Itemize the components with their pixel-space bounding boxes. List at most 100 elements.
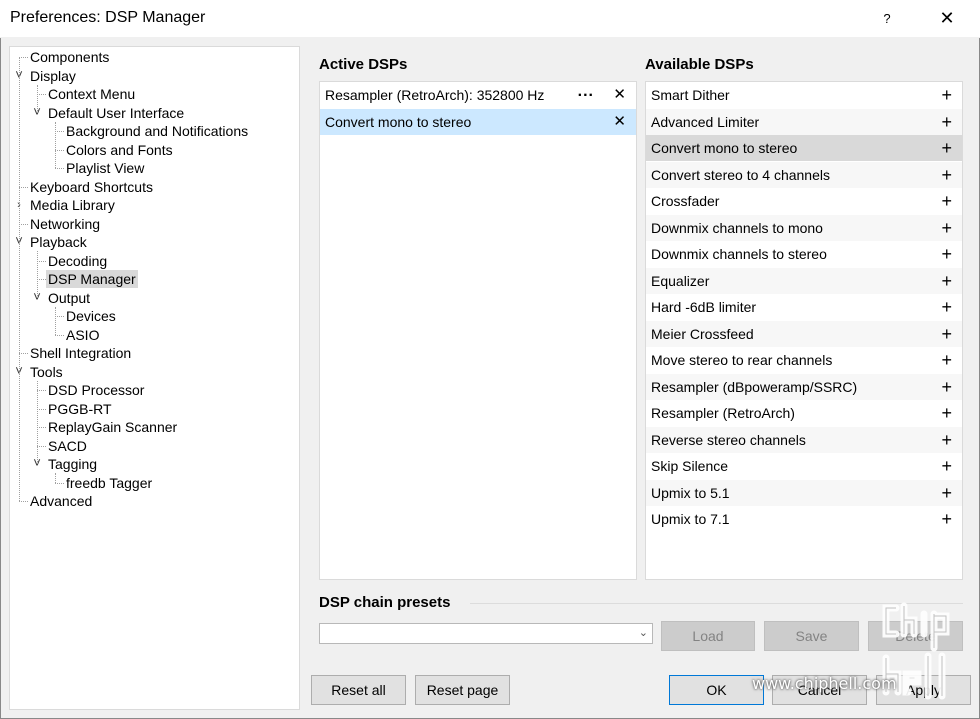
add-dsp-button[interactable]: + [941, 506, 952, 532]
tree-item[interactable]: ReplayGain Scanner [46, 418, 179, 436]
load-button[interactable]: Load [661, 621, 755, 651]
add-dsp-button[interactable]: + [941, 294, 952, 320]
add-dsp-button[interactable]: + [941, 162, 952, 188]
tree-connector [37, 380, 38, 464]
presets-header: DSP chain presets [319, 594, 451, 611]
reset-page-button[interactable]: Reset page [415, 675, 510, 705]
available-dsp-row[interactable]: Resampler (dBpoweramp/SSRC) + [646, 373, 962, 400]
add-dsp-button[interactable]: + [941, 241, 952, 267]
available-dsp-label: Convert mono to stereo [651, 140, 798, 156]
tree-item[interactable]: ASIO [64, 326, 101, 344]
active-dsps-list[interactable]: Resampler (RetroArch): 352800 Hz... ✕ Conv… [319, 81, 637, 580]
available-dsp-row[interactable]: Meier Crossfeed + [646, 320, 962, 347]
tree-item[interactable]: Keyboard Shortcuts [28, 178, 155, 196]
tree-item[interactable]: freedb Tagger [64, 474, 154, 492]
add-dsp-button[interactable]: + [941, 321, 952, 347]
available-dsp-row[interactable]: Equalizer + [646, 267, 962, 294]
tree-item[interactable]: Context Menu [46, 85, 137, 103]
tree-connector [55, 149, 64, 151]
tree-connector [37, 427, 46, 428]
add-dsp-button[interactable]: + [941, 427, 952, 453]
available-dsp-row[interactable]: Move stereo to rear channels + [646, 347, 962, 373]
tree-connector [55, 121, 56, 168]
add-dsp-button[interactable]: + [941, 188, 952, 214]
add-dsp-button[interactable]: + [941, 109, 952, 135]
available-dsp-row[interactable]: Advanced Limiter + [646, 108, 962, 135]
save-button[interactable]: Save [764, 621, 859, 651]
active-dsp-label: Resampler (RetroArch): 352800 Hz [325, 87, 545, 103]
remove-dsp-button[interactable]: ✕ [613, 109, 626, 135]
tree-item[interactable]: Colors and Fonts [64, 141, 175, 159]
tree-connector [37, 84, 38, 113]
tree-item[interactable]: PGGB-RT [46, 400, 114, 418]
tree-connector [55, 168, 64, 169]
close-button[interactable]: ✕ [930, 4, 964, 32]
help-button[interactable]: ? [872, 6, 902, 32]
available-dsp-row[interactable]: Convert stereo to 4 channels + [646, 161, 962, 188]
available-dsp-row[interactable]: Skip Silence + [646, 453, 962, 479]
add-dsp-button[interactable]: + [941, 215, 952, 241]
tree-item[interactable]: Advanced [28, 492, 94, 510]
available-dsp-row[interactable]: Crossfader + [646, 188, 962, 214]
ok-button[interactable]: OK [669, 675, 764, 705]
chevron-down-icon: ⌄ [638, 627, 648, 639]
available-dsp-label: Downmix channels to mono [651, 219, 823, 236]
tree-item[interactable]: Display [28, 67, 78, 85]
reset-all-button[interactable]: Reset all [311, 675, 406, 705]
tree-connector [55, 306, 56, 335]
available-dsp-row[interactable]: Convert mono to stereo + [646, 135, 962, 161]
configure-dsp-button[interactable]: ... [578, 79, 594, 105]
remove-dsp-button[interactable]: ✕ [613, 82, 626, 108]
tree-connector [55, 131, 64, 132]
tree-item[interactable]: DSD Processor [46, 381, 146, 399]
add-dsp-button[interactable]: + [941, 400, 952, 426]
add-dsp-button[interactable]: + [941, 374, 952, 400]
tree-connector [19, 186, 28, 188]
available-dsp-row[interactable]: Downmix channels to stereo + [646, 241, 962, 267]
active-dsp-row[interactable]: Resampler (RetroArch): 352800 Hz... ✕ [320, 82, 636, 108]
tree-connector [55, 482, 64, 484]
tree-item[interactable]: Devices [64, 307, 118, 325]
add-dsp-button[interactable]: + [941, 82, 952, 108]
add-dsp-button[interactable]: + [941, 347, 952, 373]
tree-item[interactable]: Networking [28, 215, 102, 233]
tree-connector [37, 408, 46, 410]
tree-item[interactable]: Decoding [46, 252, 109, 270]
tree-item[interactable]: Playback [28, 233, 89, 251]
available-dsp-label: Resampler (RetroArch) [651, 405, 795, 421]
tree-item[interactable]: Default User Interface [46, 104, 186, 122]
available-dsp-row[interactable]: Resampler (RetroArch) + [646, 400, 962, 426]
active-dsp-row[interactable]: Convert mono to stereo ✕ [320, 108, 636, 135]
available-dsp-label: Advanced Limiter [651, 113, 760, 130]
preferences-tree[interactable]: Components Display ˅ Context Menu Default Us… [9, 46, 300, 710]
add-dsp-button[interactable]: + [941, 480, 952, 506]
tree-connector [19, 57, 28, 58]
available-dsp-row[interactable]: Hard -6dB limiter + [646, 294, 962, 320]
presets-combo[interactable]: ⌄ [319, 623, 653, 644]
available-dsp-row[interactable]: Reverse stereo channels + [646, 426, 962, 453]
watermark-logo [882, 602, 950, 700]
add-dsp-button[interactable]: + [941, 453, 952, 479]
tree-item[interactable]: Components [28, 48, 111, 66]
tree-connector [19, 501, 28, 502]
tree-item[interactable]: Shell Integration [28, 344, 133, 362]
tree-connector [37, 445, 46, 447]
available-dsp-label: Upmix to 5.1 [651, 484, 730, 501]
tree-item[interactable]: Output [46, 289, 92, 307]
tree-item[interactable]: Background and Notifications [64, 122, 250, 140]
add-dsp-button[interactable]: + [941, 268, 952, 294]
tree-item[interactable]: SACD [46, 437, 89, 455]
tree-item[interactable]: Tools [28, 363, 65, 381]
add-dsp-button[interactable]: + [941, 135, 952, 161]
tree-item[interactable]: DSP Manager [46, 270, 138, 288]
available-dsp-row[interactable]: Downmix channels to mono + [646, 214, 962, 241]
available-dsp-label: Move stereo to rear channels [651, 352, 833, 368]
available-dsp-row[interactable]: Smart Dither + [646, 82, 962, 108]
available-dsp-label: Reverse stereo channels [651, 431, 806, 448]
tree-item[interactable]: Playlist View [64, 159, 146, 177]
available-dsps-list[interactable]: Smart Dither + Advanced Limiter + Convert mo… [645, 81, 963, 580]
tree-item[interactable]: Media Library [28, 196, 117, 214]
available-dsp-row[interactable]: Upmix to 7.1 + [646, 506, 962, 532]
tree-item[interactable]: Tagging [46, 455, 99, 473]
available-dsp-row[interactable]: Upmix to 5.1 + [646, 479, 962, 506]
